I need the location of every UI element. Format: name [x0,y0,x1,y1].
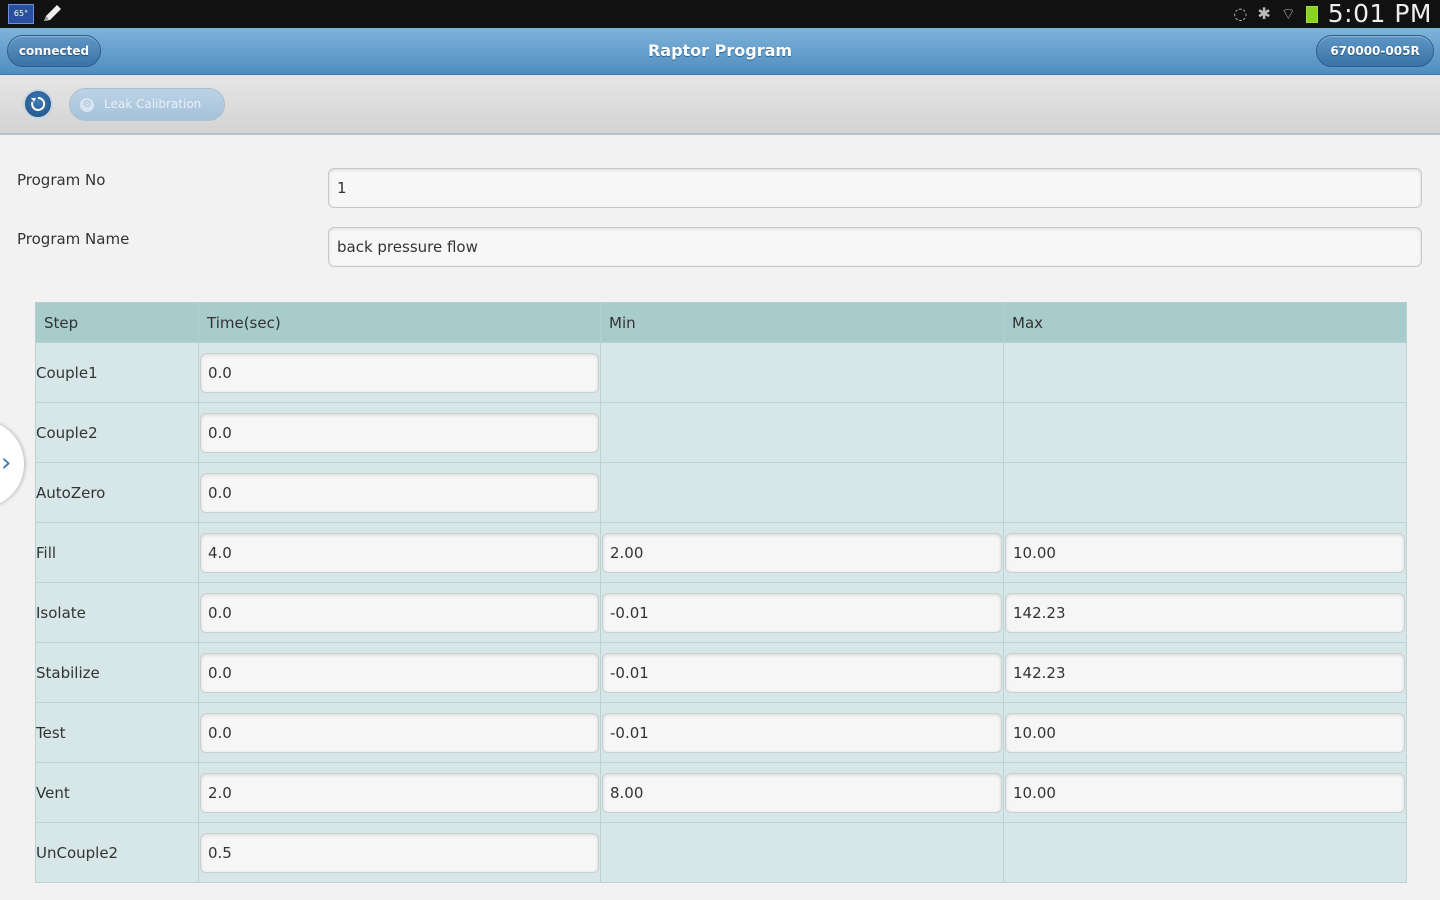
min-cell [600,522,1004,583]
program-no-input[interactable] [328,168,1422,208]
pencil-icon [44,5,61,21]
time-input[interactable] [200,592,599,633]
table-row: Test [35,702,1407,763]
wifi-icon: ⌔ [1280,4,1296,23]
min-input[interactable] [602,772,1002,813]
max-cell [1003,462,1407,523]
column-header-min: Min [600,302,1004,343]
table-row: Couple2 [35,402,1407,463]
max-cell [1003,402,1407,463]
min-cell [600,462,1004,523]
time-cell [198,642,601,703]
time-input[interactable] [200,772,599,813]
column-header-time: Time(sec) [198,302,601,343]
table-row: Couple1 [35,342,1407,403]
min-cell [600,822,1004,883]
min-cell [600,342,1004,403]
side-panel-toggle[interactable]: › [0,420,24,508]
program-name-label: Program Name [17,230,130,248]
table-row: Vent [35,762,1407,823]
min-cell [600,642,1004,703]
max-cell [1003,822,1407,883]
max-input[interactable] [1005,592,1405,633]
status-icons: ◌ ✱ ⌔ 5:01 PM [1233,0,1432,28]
min-input[interactable] [602,592,1002,633]
table-header-row: Step Time(sec) Min Max [35,302,1407,343]
min-input[interactable] [602,532,1002,573]
bluetooth-icon: ✱ [1257,4,1271,23]
time-input[interactable] [200,352,599,393]
time-cell [198,402,601,463]
min-cell [600,582,1004,643]
time-cell [198,522,601,583]
max-cell [1003,522,1407,583]
step-name: Fill [35,522,199,583]
toolbar: ⚙ Leak Calibration [0,75,1440,135]
step-name: Isolate [35,582,199,643]
table-row: UnCouple2 [35,822,1407,883]
notification-icon-text: 65° [13,9,29,18]
min-cell [600,762,1004,823]
min-cell [600,702,1004,763]
column-header-max: Max [1003,302,1407,343]
chevron-right-icon: › [1,448,12,478]
step-name: UnCouple2 [35,822,199,883]
max-input[interactable] [1005,652,1405,693]
time-cell [198,762,601,823]
step-name: Couple1 [35,342,199,403]
time-input[interactable] [200,412,599,453]
max-input[interactable] [1005,712,1405,753]
eye-icon: ◌ [1233,4,1248,23]
clock: 5:01 PM [1327,0,1432,28]
status-bar: 65° ◌ ✱ ⌔ 5:01 PM [0,0,1440,28]
max-input[interactable] [1005,532,1405,573]
step-name: AutoZero [35,462,199,523]
time-cell [198,462,601,523]
max-cell [1003,342,1407,403]
table-row: Stabilize [35,642,1407,703]
step-name: Stabilize [35,642,199,703]
time-input[interactable] [200,532,599,573]
battery-icon [1305,5,1318,23]
max-cell [1003,702,1407,763]
time-cell [198,342,601,403]
max-cell [1003,582,1407,643]
leak-calibration-button[interactable]: ⚙ Leak Calibration [69,88,225,121]
time-cell [198,702,601,763]
program-steps-table: Step Time(sec) Min Max Couple1Couple2Aut… [35,302,1407,883]
app-header: Raptor Program connected 670000-005R [0,28,1440,75]
notification-icon: 65° [8,4,34,24]
time-cell [198,582,601,643]
program-name-input[interactable] [328,227,1422,267]
time-input[interactable] [200,652,599,693]
table-row: Fill [35,522,1407,583]
column-header-step: Step [35,302,199,343]
time-input[interactable] [200,712,599,753]
connected-button[interactable]: connected [7,35,101,67]
refresh-button[interactable] [23,89,53,119]
table-body: Couple1Couple2AutoZeroFillIsolateStabili… [35,342,1407,883]
gear-icon: ⚙ [80,98,94,112]
page-title: Raptor Program [647,41,793,60]
time-cell [198,822,601,883]
program-no-label: Program No [17,171,106,189]
min-input[interactable] [602,652,1002,693]
step-name: Test [35,702,199,763]
time-input[interactable] [200,832,599,873]
step-name: Couple2 [35,402,199,463]
min-input[interactable] [602,712,1002,753]
table-row: AutoZero [35,462,1407,523]
refresh-icon [31,96,46,111]
step-name: Vent [35,762,199,823]
leak-calibration-label: Leak Calibration [104,97,202,111]
max-cell [1003,642,1407,703]
max-input[interactable] [1005,772,1405,813]
table-row: Isolate [35,582,1407,643]
max-cell [1003,762,1407,823]
device-id-button[interactable]: 670000-005R [1316,35,1434,67]
time-input[interactable] [200,472,599,513]
min-cell [600,402,1004,463]
